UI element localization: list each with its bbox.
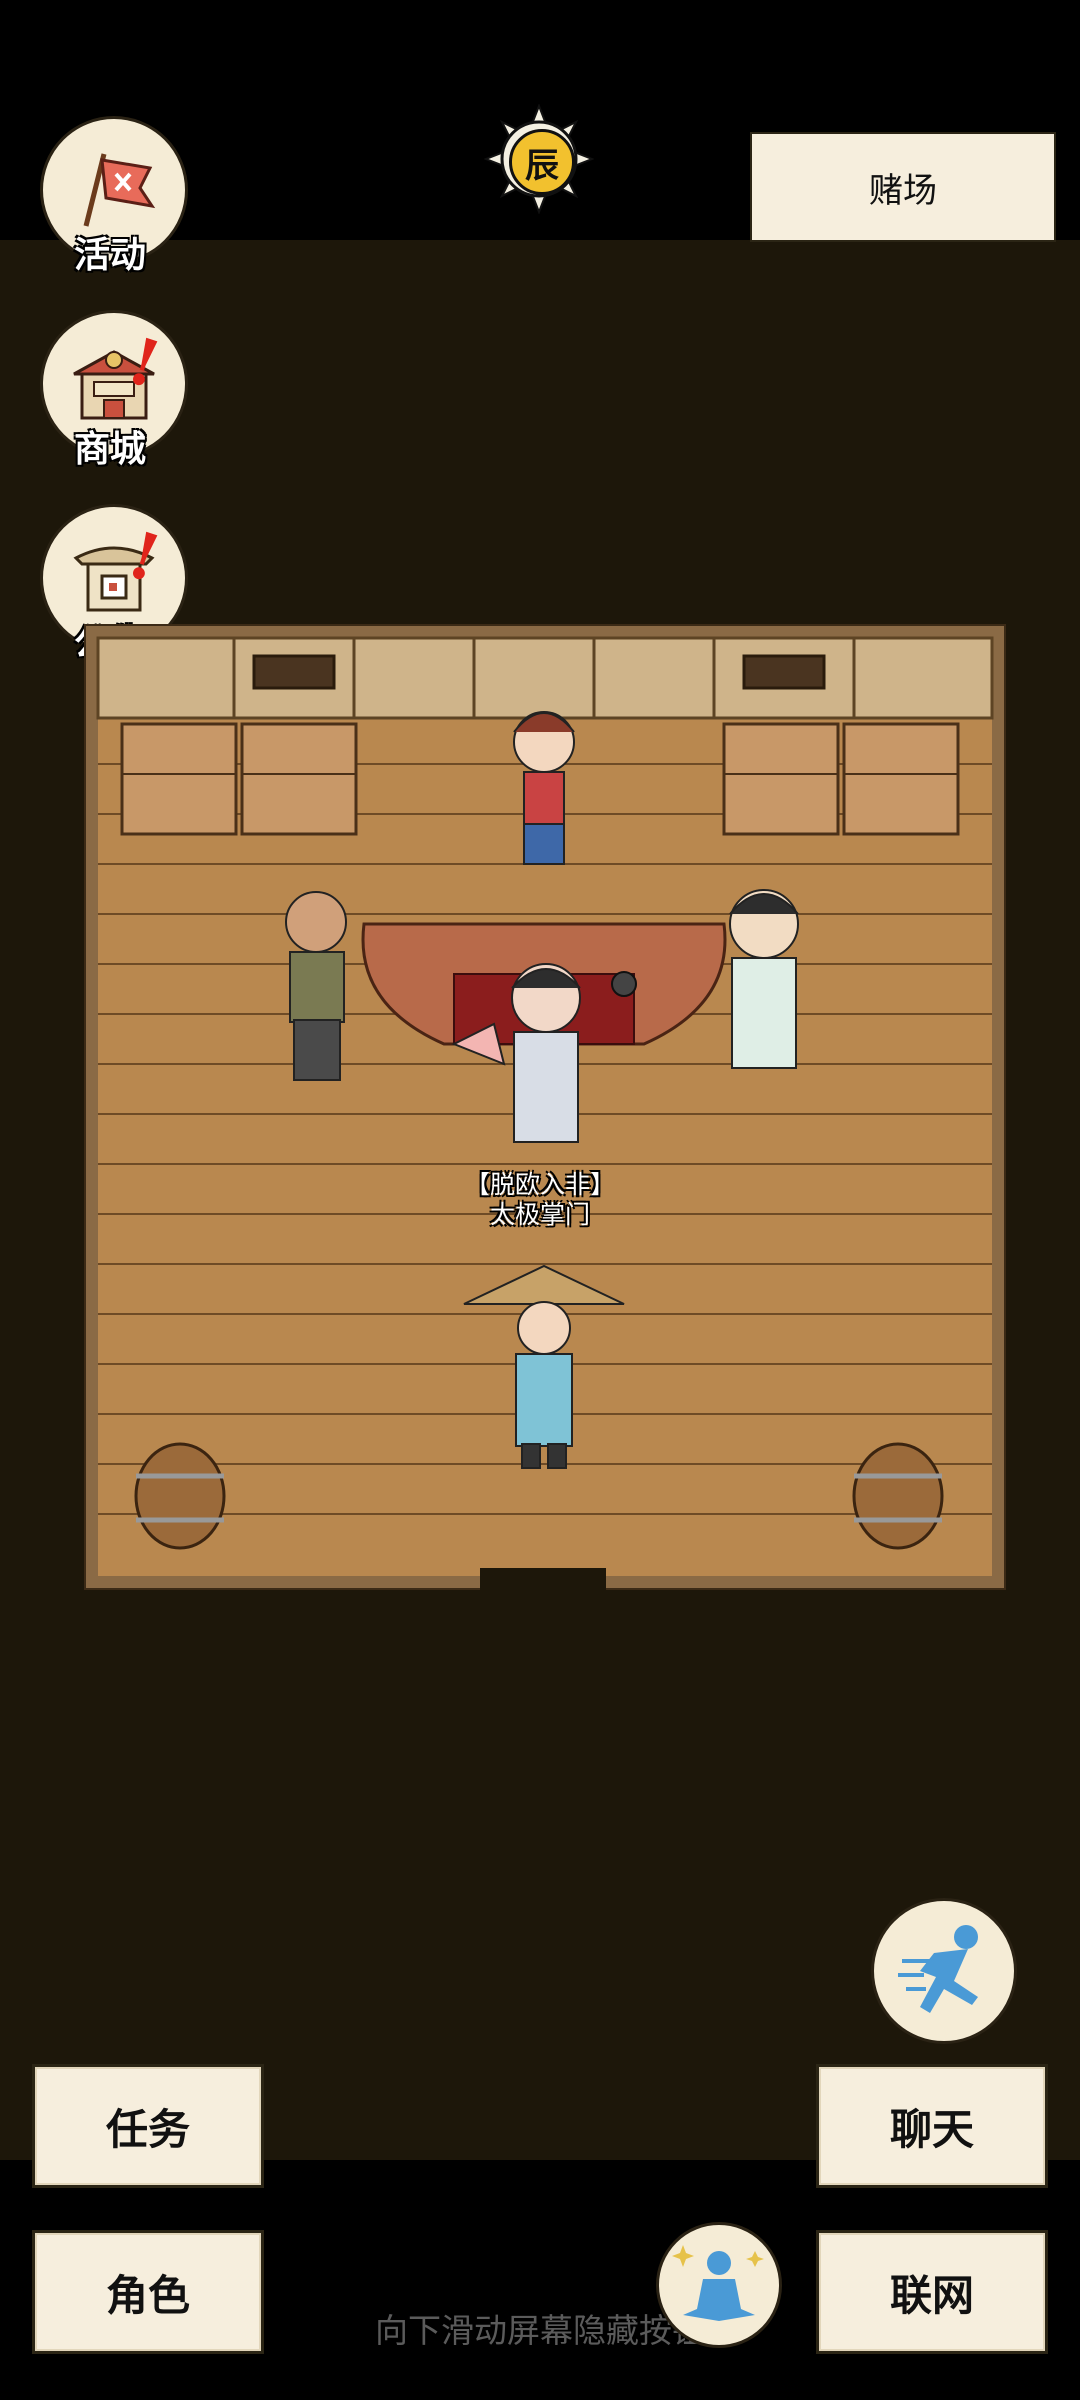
- sprint-button[interactable]: [871, 1898, 1017, 2044]
- character-button[interactable]: 角色: [32, 2230, 264, 2354]
- online-button[interactable]: 联网: [816, 2230, 1048, 2354]
- location-label: 赌场: [750, 132, 1056, 242]
- running-figure-icon: [898, 1925, 978, 2013]
- activity-label: 活动: [73, 235, 146, 276]
- npc-role: 太极掌门: [489, 1200, 590, 1229]
- banner-flag-icon: [83, 153, 156, 227]
- time-badge: 辰: [484, 104, 594, 214]
- quest-button[interactable]: 任务: [32, 2064, 264, 2188]
- meditating-figure-icon: [672, 2245, 764, 2321]
- casino-room-scene: [84, 624, 1006, 1590]
- npc-caption[interactable]: 【脱欧入非】 太极掌门: [440, 1170, 640, 1230]
- time-glyph: 辰: [509, 129, 575, 195]
- chat-button[interactable]: 聊天: [816, 2064, 1048, 2188]
- meditate-button[interactable]: [656, 2222, 782, 2348]
- shop-label: 商城: [73, 429, 146, 470]
- npc-title: 【脱欧入非】: [464, 1170, 615, 1199]
